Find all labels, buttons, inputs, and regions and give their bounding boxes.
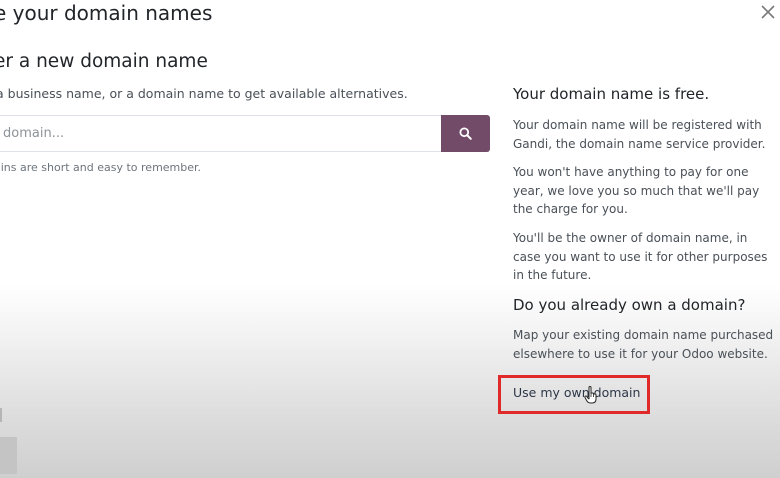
close-icon[interactable] bbox=[760, 4, 780, 24]
search-button[interactable] bbox=[441, 115, 490, 152]
section-description: a business name, or a domain name to get… bbox=[0, 86, 408, 101]
own-domain-heading: Do you already own a domain? bbox=[513, 296, 746, 314]
modal-title: e your domain names bbox=[0, 1, 213, 25]
domain-search-input[interactable] bbox=[0, 115, 442, 152]
free-paragraph-1: Your domain name will be registered with… bbox=[513, 118, 766, 151]
background-edge-mark bbox=[0, 408, 2, 422]
search-icon bbox=[459, 127, 472, 140]
free-paragraph-3: You'll be the owner of domain name, in c… bbox=[513, 231, 768, 282]
close-icon-glyph bbox=[761, 5, 775, 19]
free-domain-heading: Your domain name is free. bbox=[513, 85, 710, 103]
domain-hint: ains are short and easy to remember. bbox=[0, 161, 202, 174]
own-domain-paragraph: Map your existing domain name purchased … bbox=[513, 328, 774, 361]
free-paragraph-2: You won't have anything to pay for one y… bbox=[513, 165, 760, 216]
background-button-edge bbox=[0, 437, 17, 474]
section-title: er a new domain name bbox=[0, 51, 208, 72]
hand-pointer-icon bbox=[584, 386, 598, 404]
highlight-box bbox=[498, 375, 650, 414]
